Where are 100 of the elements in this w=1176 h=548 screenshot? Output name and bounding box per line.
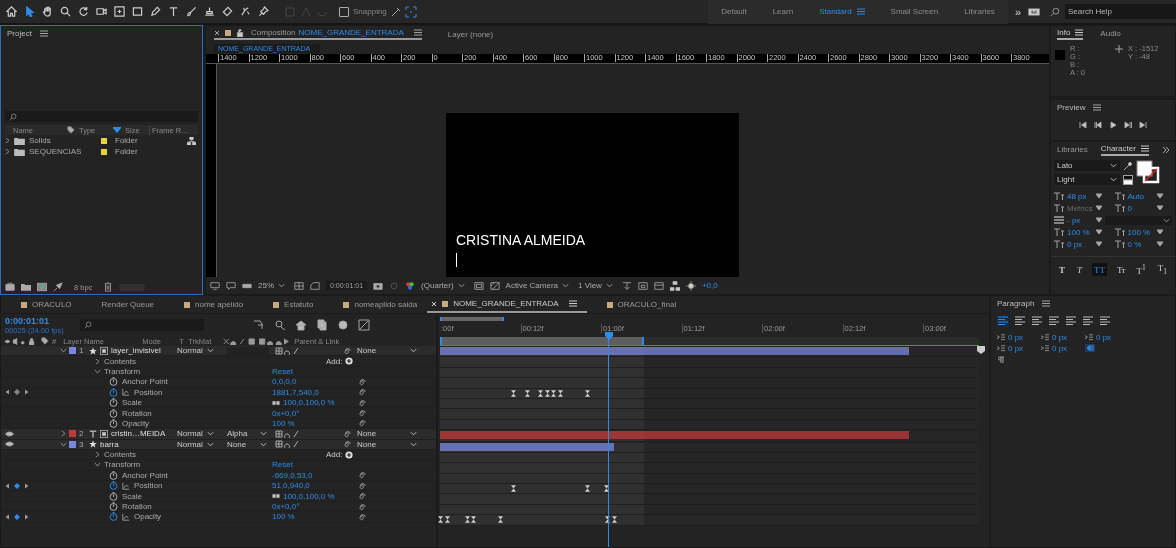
snapping-checkbox[interactable]: Snapping bbox=[339, 6, 387, 17]
view-layout-dropdown[interactable]: 1 View bbox=[578, 281, 616, 290]
exposure-icon[interactable] bbox=[685, 280, 696, 291]
grid-icon[interactable] bbox=[294, 280, 304, 291]
graph-icon[interactable] bbox=[122, 481, 130, 490]
timeline-tab[interactable]: Render Queue bbox=[81, 296, 165, 313]
add-circle-icon[interactable] bbox=[345, 450, 354, 459]
search-field[interactable] bbox=[5, 111, 198, 122]
property-group[interactable]: Transform bbox=[104, 460, 141, 470]
exposure-value[interactable]: +0,0 bbox=[701, 281, 718, 290]
expand-icon[interactable] bbox=[1161, 145, 1170, 154]
stopwatch-icon[interactable] bbox=[109, 398, 118, 408]
layer-switches-drawing[interactable] bbox=[275, 429, 299, 438]
item-name[interactable]: Solids bbox=[29, 136, 95, 145]
keyframe-icon[interactable] bbox=[537, 389, 543, 397]
flowchart-icon[interactable] bbox=[187, 136, 196, 145]
chevron-icon[interactable] bbox=[95, 451, 100, 459]
layer-name[interactable]: barra bbox=[100, 439, 119, 449]
setting-value[interactable]: Auto bbox=[1127, 191, 1154, 201]
stopwatch-icon[interactable] bbox=[109, 418, 118, 428]
property-value[interactable]: 100,0,100,0 % bbox=[283, 398, 335, 408]
indent-value[interactable]: 0 px bbox=[1096, 333, 1122, 342]
eye-icon[interactable] bbox=[5, 441, 14, 448]
timeline-tab[interactable]: nomeaplido saida bbox=[323, 296, 428, 313]
layer-switches-drawing[interactable] bbox=[275, 346, 299, 355]
mask-icon[interactable] bbox=[310, 280, 320, 291]
fill-stroke-swatch[interactable] bbox=[1136, 160, 1160, 184]
font-style-dropdown[interactable]: Light bbox=[1054, 174, 1120, 185]
text-style-button[interactable]: T bbox=[1057, 263, 1067, 276]
workspace-tab[interactable]: Learn bbox=[759, 7, 807, 16]
timeline-tab[interactable]: nome apelido bbox=[164, 296, 254, 313]
keyframe-icon[interactable] bbox=[604, 485, 610, 493]
frame-blend-icon[interactable] bbox=[316, 319, 328, 331]
skip-forward-icon[interactable] bbox=[1139, 121, 1147, 129]
workspace-tab[interactable]: Small Screen bbox=[877, 7, 952, 16]
timeline-tab[interactable]: NOME_GRANDE_ENTRADA bbox=[427, 296, 587, 313]
camera-icon[interactable] bbox=[373, 280, 384, 291]
align-icon[interactable] bbox=[1014, 315, 1026, 326]
parent-dropdown[interactable]: None bbox=[357, 429, 419, 439]
text-style-button[interactable]: T$_{1}$ bbox=[1155, 263, 1169, 276]
reset-link[interactable]: Reset bbox=[272, 366, 293, 376]
color-channels-icon[interactable] bbox=[405, 280, 416, 291]
chevron-icon[interactable] bbox=[60, 441, 67, 447]
panel-title[interactable]: Preview bbox=[1057, 101, 1086, 114]
workspace-tab[interactable]: Standard bbox=[806, 7, 878, 16]
default-colors-icon[interactable] bbox=[1123, 175, 1133, 185]
setting-value[interactable]: 100 % bbox=[1127, 227, 1154, 237]
camera-dropdown[interactable]: Active Camera bbox=[505, 281, 573, 290]
layer-switches-drawing[interactable] bbox=[275, 440, 299, 449]
folder-icon[interactable] bbox=[21, 282, 31, 292]
transparency-grid-icon[interactable] bbox=[489, 280, 500, 291]
zoom-dropdown[interactable]: 25% bbox=[258, 281, 288, 290]
stopwatch-icon[interactable] bbox=[109, 470, 118, 480]
keyframe-icon[interactable] bbox=[584, 389, 590, 397]
item-name[interactable]: SEQUENCIAS bbox=[29, 147, 95, 156]
graph-icon[interactable] bbox=[122, 512, 130, 521]
keyframe-navigator-drawing[interactable] bbox=[5, 389, 29, 396]
property-group[interactable]: Contents bbox=[104, 356, 137, 366]
stopwatch-icon[interactable] bbox=[109, 408, 118, 418]
timeline-tab[interactable]: ORACULO bbox=[1, 296, 82, 313]
parent-dropdown[interactable]: None bbox=[357, 346, 419, 356]
eyedropper-icon[interactable] bbox=[1123, 161, 1133, 171]
play-icon[interactable] bbox=[1109, 121, 1117, 129]
pan-icon[interactable] bbox=[112, 3, 127, 20]
flowchart-icon[interactable] bbox=[669, 280, 680, 291]
property-value[interactable]: 100 % bbox=[272, 512, 295, 522]
lock-icon[interactable] bbox=[236, 28, 244, 37]
speech-icon[interactable] bbox=[226, 280, 236, 291]
house-icon[interactable] bbox=[295, 319, 307, 331]
add-label[interactable]: Add: bbox=[326, 356, 343, 366]
reset-link[interactable]: Reset bbox=[272, 460, 293, 470]
keyframe-icon[interactable] bbox=[557, 389, 563, 397]
stopwatch-icon[interactable] bbox=[109, 502, 118, 512]
track-matte-dropdown[interactable]: None bbox=[227, 439, 269, 449]
setting-value[interactable]: 0 px bbox=[1067, 239, 1093, 249]
search-field[interactable] bbox=[80, 319, 204, 331]
region-icon[interactable] bbox=[473, 280, 484, 291]
chevron-icon[interactable] bbox=[61, 430, 66, 438]
setting-value[interactable]: 0 % bbox=[1127, 239, 1154, 249]
parent-dropdown[interactable]: None bbox=[357, 439, 419, 449]
chevron-icon[interactable] bbox=[60, 348, 67, 354]
keyframe-icon[interactable] bbox=[444, 516, 450, 524]
property-value[interactable]: 0x+0,0° bbox=[272, 408, 300, 418]
shy-icon[interactable] bbox=[274, 319, 286, 331]
layer-name[interactable]: layer_invisivel bbox=[111, 346, 161, 356]
chevron-icon[interactable] bbox=[94, 462, 101, 468]
align-icon[interactable] bbox=[1082, 315, 1094, 326]
stopwatch-icon[interactable] bbox=[109, 481, 118, 491]
panel-tab[interactable]: Info bbox=[1057, 27, 1084, 40]
timeline-tab[interactable]: ORACULO_final bbox=[586, 296, 687, 313]
skip-back-icon[interactable] bbox=[1079, 121, 1087, 129]
keyframe-icon[interactable] bbox=[584, 485, 590, 493]
film-icon[interactable] bbox=[653, 280, 664, 291]
keyframe-navigator-drawing[interactable] bbox=[5, 482, 29, 489]
menu-icon[interactable] bbox=[413, 29, 422, 36]
align-icon[interactable] bbox=[1099, 315, 1111, 326]
keyframe-icon[interactable] bbox=[524, 389, 530, 397]
stopwatch-icon[interactable] bbox=[109, 387, 118, 397]
indent-value[interactable]: 0 px bbox=[1008, 344, 1034, 353]
title-text[interactable]: CRISTINA ALMEIDA bbox=[456, 232, 739, 248]
